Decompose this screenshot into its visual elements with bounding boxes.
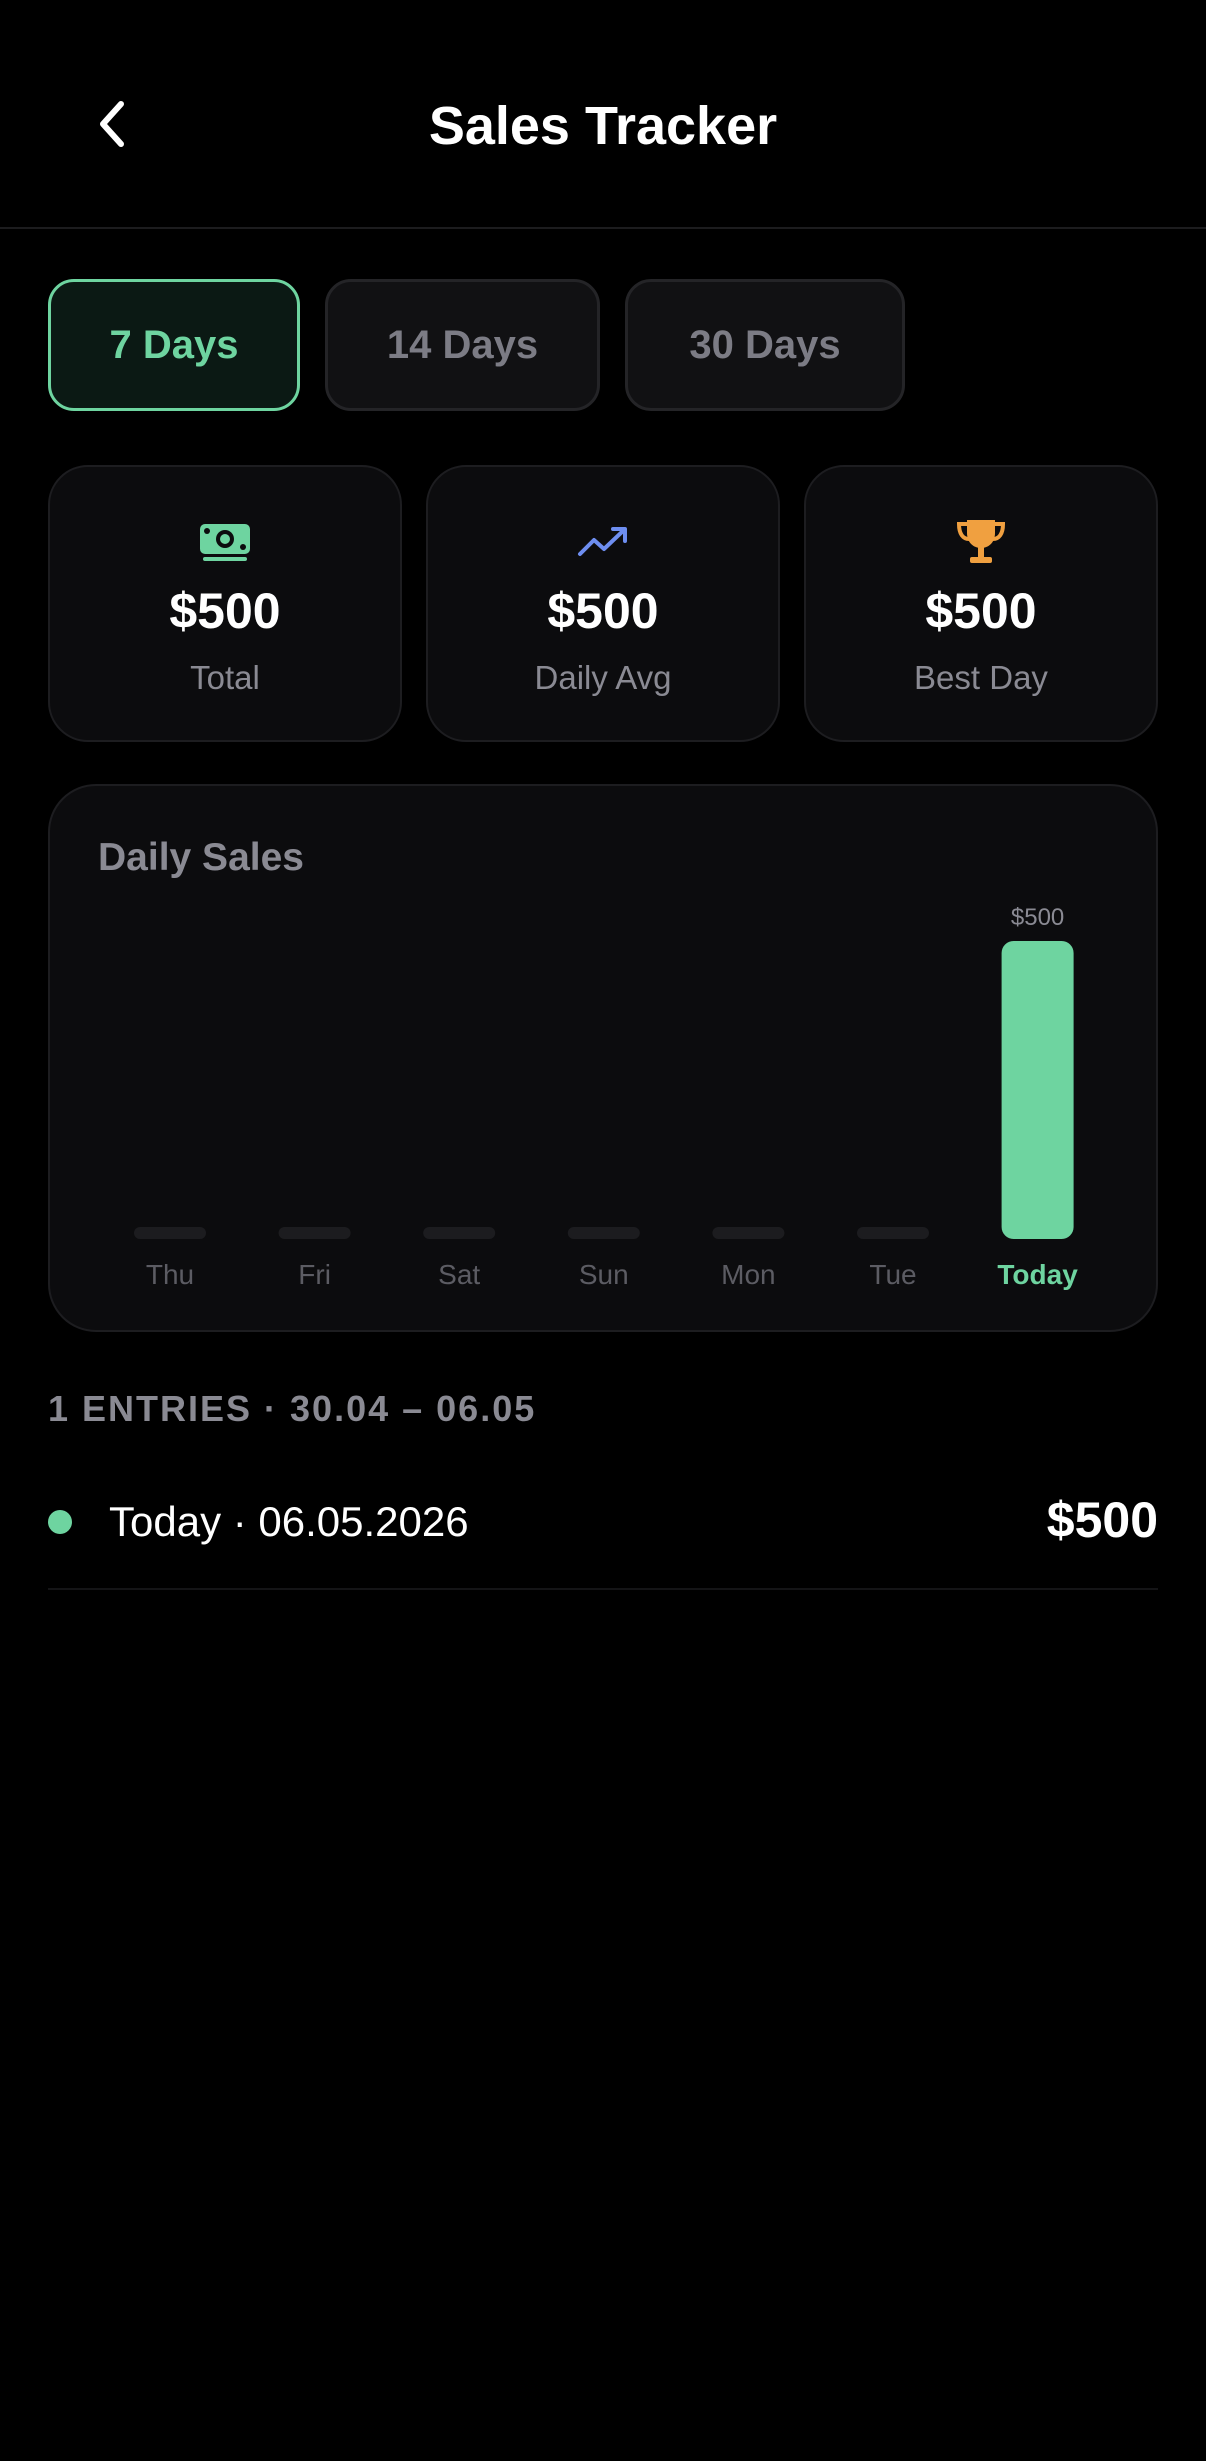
top-bar: Sales Tracker — [0, 0, 1206, 229]
trophy-icon — [806, 514, 1156, 570]
x-tick-label: Sat — [438, 1259, 480, 1290]
stat-label: Total — [190, 659, 260, 696]
bar-fri — [278, 1227, 351, 1239]
stat-value: $500 — [925, 583, 1037, 639]
tab-30-days[interactable]: 30 Days — [625, 279, 905, 411]
stat-value: $500 — [169, 583, 281, 639]
x-tick-label: Tue — [869, 1259, 916, 1290]
stat-card-best-day: $500 Best Day — [804, 465, 1158, 742]
trending-up-icon — [428, 514, 778, 570]
tab-14-days[interactable]: 14 Days — [325, 279, 600, 411]
bar-sun — [567, 1227, 640, 1239]
stat-card-total: $500 Total — [48, 465, 402, 742]
money-icon — [50, 514, 400, 570]
entry-row[interactable]: Today · 06.05.2026 $500 — [48, 1466, 1158, 1590]
stat-label: Daily Avg — [534, 659, 672, 696]
x-tick-label: Today — [997, 1259, 1078, 1290]
stat-label: Best Day — [914, 659, 1048, 696]
bar-thu — [134, 1227, 206, 1239]
stat-card-daily-avg: $500 Daily Avg — [426, 465, 780, 742]
period-tabs: 7 Days 14 Days 30 Days — [48, 279, 930, 411]
x-tick-label: Sun — [579, 1259, 629, 1290]
daily-sales-chart: Daily Sales Thu Fri Sat Sun Mon Tue Today $500 — [48, 784, 1158, 1332]
data-label: $500 — [1011, 904, 1064, 931]
tab-7-days[interactable]: 7 Days — [48, 279, 300, 411]
entries-header: 1 ENTRIES · 30.04 – 06.05 — [48, 1388, 537, 1429]
page-title: Sales Tracker — [428, 96, 778, 156]
bar-tue — [857, 1227, 929, 1239]
x-tick-label: Mon — [721, 1259, 775, 1290]
bar-today — [1001, 941, 1074, 1239]
bar-sat — [423, 1227, 496, 1239]
stat-value: $500 — [547, 583, 659, 639]
x-tick-label: Fri — [298, 1259, 331, 1290]
x-tick-label: Thu — [146, 1259, 194, 1290]
bar-mon — [712, 1227, 785, 1239]
entry-label: Today · 06.05.2026 — [109, 1498, 469, 1545]
bar-chart: Thu Fri Sat Sun Mon Tue Today $500 — [134, 904, 1078, 1290]
entry-amount: $500 — [1046, 1492, 1158, 1548]
status-dot — [48, 1510, 72, 1534]
